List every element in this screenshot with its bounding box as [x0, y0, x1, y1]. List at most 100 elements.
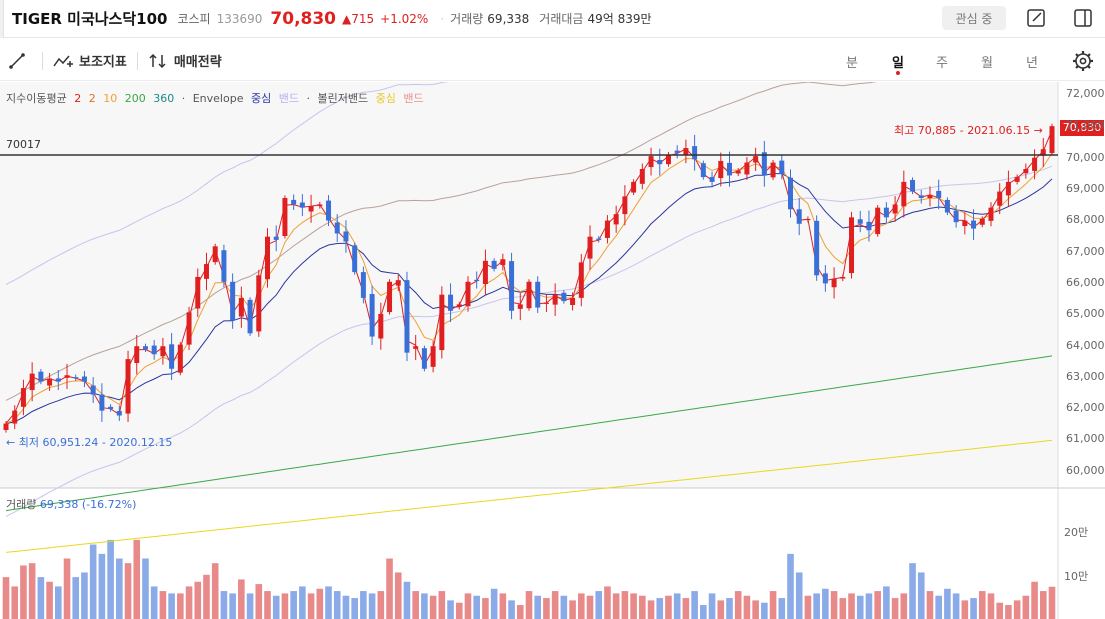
candle-body: [509, 261, 515, 311]
candle-body: [657, 159, 663, 165]
volume-bar: [900, 593, 908, 619]
candle-body: [177, 344, 183, 373]
volume-bar: [351, 598, 358, 619]
header-bar: TIGER 미국나스닥100 코스피 133690 70,830 ▲715 +1…: [0, 0, 1105, 38]
volume-bar: [673, 593, 681, 619]
panel-toggle-icon[interactable]: [1072, 7, 1094, 29]
volume-bar: [891, 598, 899, 619]
candle-body: [526, 281, 532, 309]
volume-bar: [2, 577, 10, 619]
volume-bar: [717, 600, 725, 619]
ma360-legend: 360: [153, 92, 175, 105]
volume-bar: [46, 581, 53, 619]
candle-body: [910, 179, 916, 192]
candle-body: [413, 346, 419, 349]
candle-body: [421, 348, 427, 369]
candle: [177, 342, 183, 376]
volume-bar: [455, 602, 463, 619]
volume-bar: [961, 600, 969, 619]
volume-bar: [81, 572, 88, 619]
candle-body: [1014, 177, 1020, 182]
volume-bar: [299, 586, 306, 619]
volume-bar: [743, 595, 751, 619]
volume-bar: [543, 598, 550, 619]
period-week-tab[interactable]: 주: [932, 52, 952, 71]
volume-bar: [804, 595, 812, 619]
period-month-tab[interactable]: 월: [977, 52, 997, 71]
volume-bar: [89, 544, 97, 619]
y-tick: 68,000: [1066, 213, 1105, 226]
candle-body: [997, 191, 1003, 206]
indicator-icon: [53, 55, 73, 67]
candle-body: [116, 410, 122, 416]
price-chart[interactable]: [0, 82, 1105, 619]
volume-label: 거래량: [450, 12, 484, 26]
candle-body: [674, 150, 680, 153]
candle-body: [99, 394, 105, 411]
candle-body: [55, 378, 61, 382]
volume-bar: [586, 595, 594, 619]
chart-area[interactable]: [0, 82, 1105, 619]
candle-body: [256, 275, 262, 332]
candle-body: [936, 190, 942, 198]
candle-body: [291, 199, 297, 205]
volume-bar: [342, 595, 350, 619]
candle-body: [195, 276, 201, 309]
volume-bar: [987, 593, 995, 619]
watchlist-button[interactable]: 관심 중: [942, 6, 1006, 30]
volume-bar: [647, 600, 655, 619]
candle-body: [953, 210, 959, 223]
volume-bar: [429, 595, 437, 619]
candle-body: [979, 218, 985, 225]
candle: [1049, 123, 1055, 156]
period-year-tab[interactable]: 년: [1022, 52, 1042, 71]
candle-body: [282, 198, 288, 237]
min-price-label: ← 최저 60,951.24 - 2020.12.15: [6, 436, 173, 449]
candle-body: [203, 264, 209, 279]
candle-body: [404, 280, 410, 353]
settings-gear-icon[interactable]: [1072, 50, 1094, 76]
candle-body: [709, 177, 715, 182]
candle-body: [613, 214, 619, 225]
candle-body: [230, 281, 236, 321]
candle-body: [482, 260, 488, 285]
period-minute-tab[interactable]: 분: [842, 52, 862, 71]
candle-body: [788, 177, 793, 210]
candle-body: [1032, 157, 1038, 171]
candle: [404, 271, 410, 362]
volume-bar: [333, 591, 341, 619]
volume-bar: [72, 577, 80, 619]
volume-bar: [438, 591, 446, 619]
volume-bar: [447, 600, 454, 619]
volume-bar: [691, 591, 698, 619]
candle: [352, 242, 358, 275]
volume-bar: [490, 588, 498, 619]
candle-body: [134, 346, 140, 363]
volume-bar: [778, 598, 786, 619]
draw-tool-button[interactable]: [0, 52, 42, 70]
edit-icon[interactable]: [1025, 7, 1047, 29]
candle-body: [29, 373, 35, 391]
candle-body: [491, 260, 497, 269]
candle-body: [73, 377, 79, 379]
volume-bar: [639, 595, 646, 619]
period-day-tab[interactable]: 일: [888, 52, 908, 71]
amount-value: 49억 839만: [587, 12, 652, 26]
ma-legend-label: 지수이동평균: [6, 92, 67, 105]
candle-body: [753, 156, 759, 163]
candle-body: [927, 194, 933, 198]
candle-body: [770, 162, 776, 178]
volume-bar: [290, 591, 297, 619]
candle: [700, 160, 706, 180]
candle-body: [169, 344, 175, 369]
candle-body: [683, 148, 689, 155]
strategy-button[interactable]: 매매전략: [138, 51, 232, 70]
indicator-button[interactable]: 보조지표: [43, 51, 137, 70]
y-tick: 65,000: [1066, 307, 1105, 320]
candle-body: [875, 207, 881, 235]
volume-bar: [726, 598, 733, 619]
volume-bar: [883, 586, 890, 619]
volume-bar: [464, 593, 472, 619]
volume-legend-label: 거래량: [6, 498, 37, 511]
volume-bar: [124, 563, 132, 619]
